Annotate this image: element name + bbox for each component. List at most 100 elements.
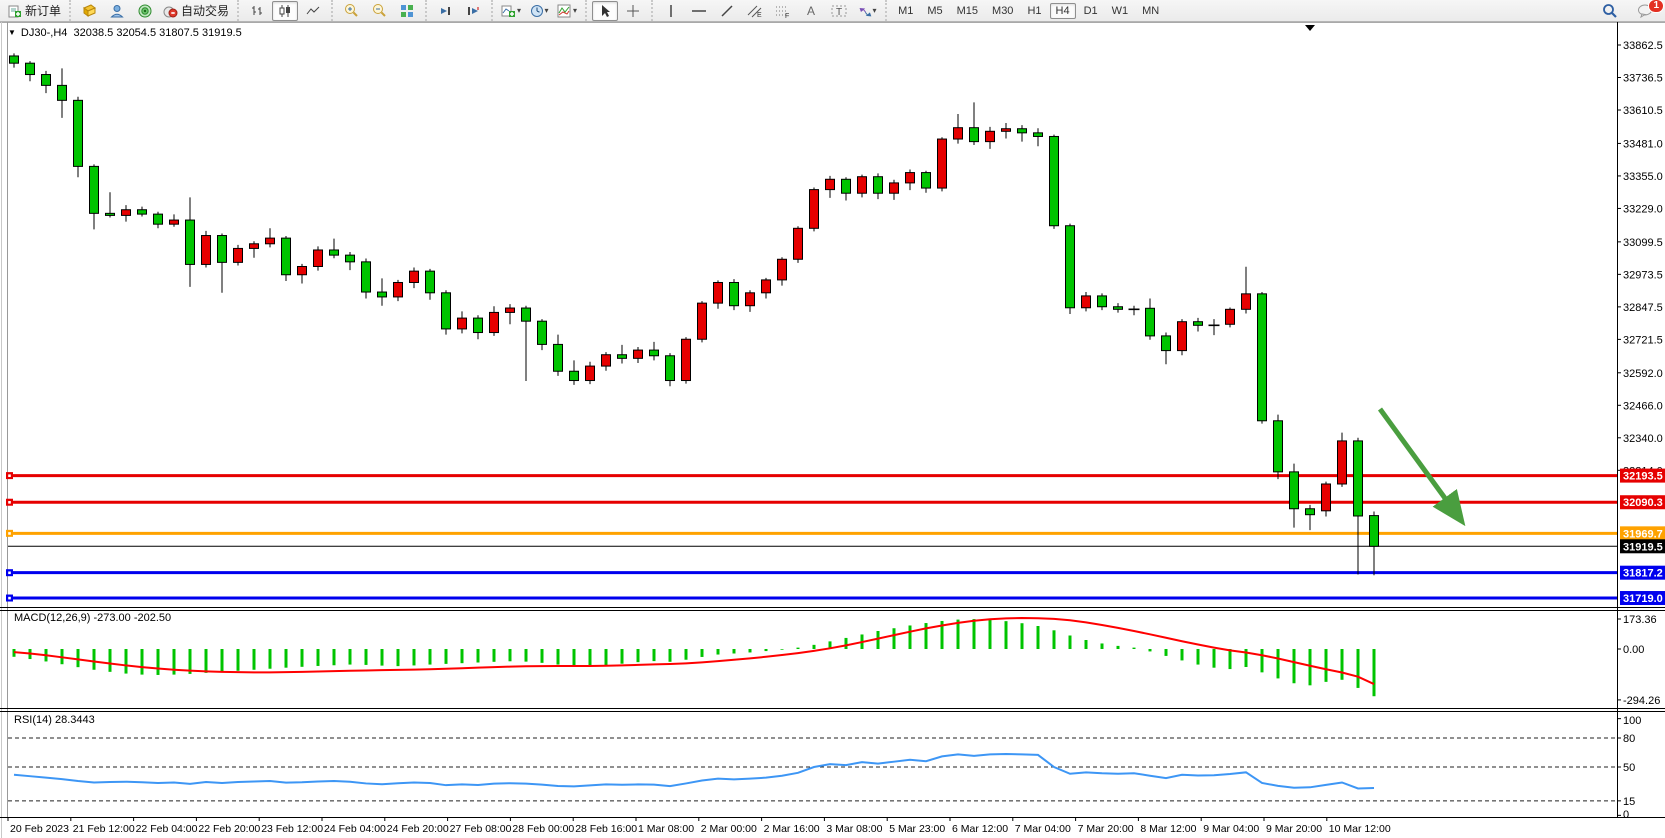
time-axis-label: 1 Mar 08:00 bbox=[638, 823, 694, 835]
chart-menu-arrow-icon[interactable]: ▼ bbox=[8, 28, 16, 37]
arrows-icon bbox=[858, 4, 872, 18]
candle-body bbox=[90, 166, 99, 213]
candle-body bbox=[154, 214, 163, 224]
chart-symbol-header: ▼DJ30-,H4 32038.5 32054.5 31807.5 31919.… bbox=[8, 27, 242, 39]
candle-body bbox=[250, 244, 259, 249]
auto-scroll-icon bbox=[438, 4, 452, 18]
timeframe-button-mn[interactable]: MN bbox=[1136, 3, 1165, 19]
publisher-icon bbox=[110, 4, 124, 18]
timeframe-button-h4[interactable]: H4 bbox=[1050, 3, 1076, 19]
time-axis-label: 20 Feb 2023 bbox=[10, 823, 69, 835]
zoom-in-button[interactable] bbox=[338, 1, 364, 21]
search-icon bbox=[1602, 3, 1618, 19]
signal-icon bbox=[138, 4, 152, 18]
fibonacci-button[interactable]: F bbox=[770, 1, 796, 21]
candle-body bbox=[442, 293, 451, 329]
timeframe-button-m5[interactable]: M5 bbox=[921, 3, 948, 19]
candle-body bbox=[922, 173, 931, 188]
candle-body bbox=[634, 350, 643, 358]
candle-body bbox=[730, 282, 739, 305]
level-price-label-text: 31719.0 bbox=[1623, 593, 1663, 605]
svg-text:T: T bbox=[836, 7, 842, 18]
fibonacci-icon: F bbox=[775, 4, 791, 18]
candle-body bbox=[426, 271, 435, 293]
price-axis-tick-label: 33610.5 bbox=[1623, 105, 1663, 117]
candle-body bbox=[378, 292, 387, 297]
price-axis-tick-label: 32973.5 bbox=[1623, 269, 1663, 281]
candle-body bbox=[1242, 294, 1251, 309]
new-chart-dropdown-caret[interactable]: ▾ bbox=[517, 6, 521, 15]
profiles-dropdown-caret[interactable]: ▾ bbox=[545, 6, 549, 15]
level-line-marker-center bbox=[8, 597, 11, 600]
candle-body bbox=[586, 366, 595, 380]
trendline-button[interactable] bbox=[714, 1, 740, 21]
trendline-icon bbox=[720, 4, 734, 18]
macd-indicator-label: MACD(12,26,9) -273.00 -202.50 bbox=[14, 612, 171, 624]
time-axis-label: 3 Mar 08:00 bbox=[826, 823, 882, 835]
candle-body bbox=[122, 210, 131, 216]
profiles-button[interactable]: ▾ bbox=[526, 1, 552, 21]
candle-body bbox=[1002, 129, 1011, 132]
candle-body bbox=[202, 236, 211, 265]
vertical-line-button[interactable] bbox=[658, 1, 684, 21]
time-axis-label: 2 Mar 16:00 bbox=[764, 823, 820, 835]
cursor-button[interactable] bbox=[592, 1, 618, 21]
candle-body bbox=[234, 248, 243, 262]
indicators-icon bbox=[557, 4, 572, 18]
text-label-button[interactable]: T bbox=[826, 1, 852, 21]
auto-trading-button[interactable]: 自动交易 bbox=[160, 1, 232, 21]
new-order-button[interactable]: 新订单 bbox=[5, 1, 64, 21]
timeframe-button-m15[interactable]: M15 bbox=[951, 3, 984, 19]
tile-windows-button[interactable] bbox=[394, 1, 420, 21]
bar-chart-button[interactable] bbox=[244, 1, 270, 21]
zoom-out-button[interactable] bbox=[366, 1, 392, 21]
time-axis-label: 24 Feb 04:00 bbox=[324, 823, 386, 835]
toolbar-group-lines: E F A T ▾ bbox=[651, 0, 885, 21]
candle-body bbox=[1274, 421, 1283, 472]
time-axis-label: 27 Feb 08:00 bbox=[450, 823, 512, 835]
candle-body bbox=[362, 262, 371, 292]
timeframe-button-m1[interactable]: M1 bbox=[892, 3, 919, 19]
svg-text:A: A bbox=[807, 4, 815, 18]
horizontal-line-button[interactable] bbox=[686, 1, 712, 21]
rsi-indicator-label: RSI(14) 28.3443 bbox=[14, 714, 95, 726]
time-axis-label: 7 Mar 04:00 bbox=[1015, 823, 1071, 835]
arrows-dropdown-caret[interactable]: ▾ bbox=[873, 6, 877, 15]
timeframe-button-d1[interactable]: D1 bbox=[1078, 3, 1104, 19]
candle-body bbox=[778, 259, 787, 280]
arrows-button[interactable]: ▾ bbox=[854, 1, 880, 21]
time-axis-label: 5 Mar 23:00 bbox=[889, 823, 945, 835]
candlestick-chart-button[interactable] bbox=[272, 1, 298, 21]
candle-body bbox=[602, 355, 611, 366]
chart-canvas[interactable]: 33862.533736.533610.533481.033355.033229… bbox=[0, 22, 1665, 838]
timeframe-button-h1[interactable]: H1 bbox=[1021, 3, 1047, 19]
chart-background bbox=[0, 22, 1665, 838]
history-button[interactable] bbox=[76, 1, 102, 21]
auto-scroll-button[interactable] bbox=[432, 1, 458, 21]
text-button[interactable]: A bbox=[798, 1, 824, 21]
candle-body bbox=[138, 210, 147, 214]
chart-shift-button[interactable] bbox=[460, 1, 486, 21]
level-line-marker-center bbox=[8, 571, 11, 574]
toolbar-group-chart-type bbox=[237, 0, 331, 21]
candle-body bbox=[58, 85, 67, 100]
equidistant-channel-icon: E bbox=[747, 4, 763, 18]
notifications-button[interactable]: 1 bbox=[1632, 1, 1658, 21]
macd-axis-tick-label: -294.26 bbox=[1623, 695, 1660, 707]
search-button[interactable] bbox=[1597, 1, 1623, 21]
new-chart-button[interactable]: ▾ bbox=[498, 1, 524, 21]
candle-body bbox=[1370, 516, 1379, 547]
chart-area[interactable]: 33862.533736.533610.533481.033355.033229… bbox=[0, 22, 1665, 838]
time-axis-label: 22 Feb 04:00 bbox=[136, 823, 198, 835]
timeframe-button-w1[interactable]: W1 bbox=[1106, 3, 1135, 19]
publisher-button[interactable] bbox=[104, 1, 130, 21]
timeframe-button-m30[interactable]: M30 bbox=[986, 3, 1019, 19]
line-chart-button[interactable] bbox=[300, 1, 326, 21]
rsi-axis-tick-label: 100 bbox=[1623, 715, 1641, 727]
equidistant-channel-button[interactable]: E bbox=[742, 1, 768, 21]
crosshair-button[interactable] bbox=[620, 1, 646, 21]
signal-button[interactable] bbox=[132, 1, 158, 21]
indicators-button[interactable]: ▾ bbox=[554, 1, 580, 21]
new-chart-icon bbox=[501, 4, 516, 18]
indicators-dropdown-caret[interactable]: ▾ bbox=[573, 6, 577, 15]
